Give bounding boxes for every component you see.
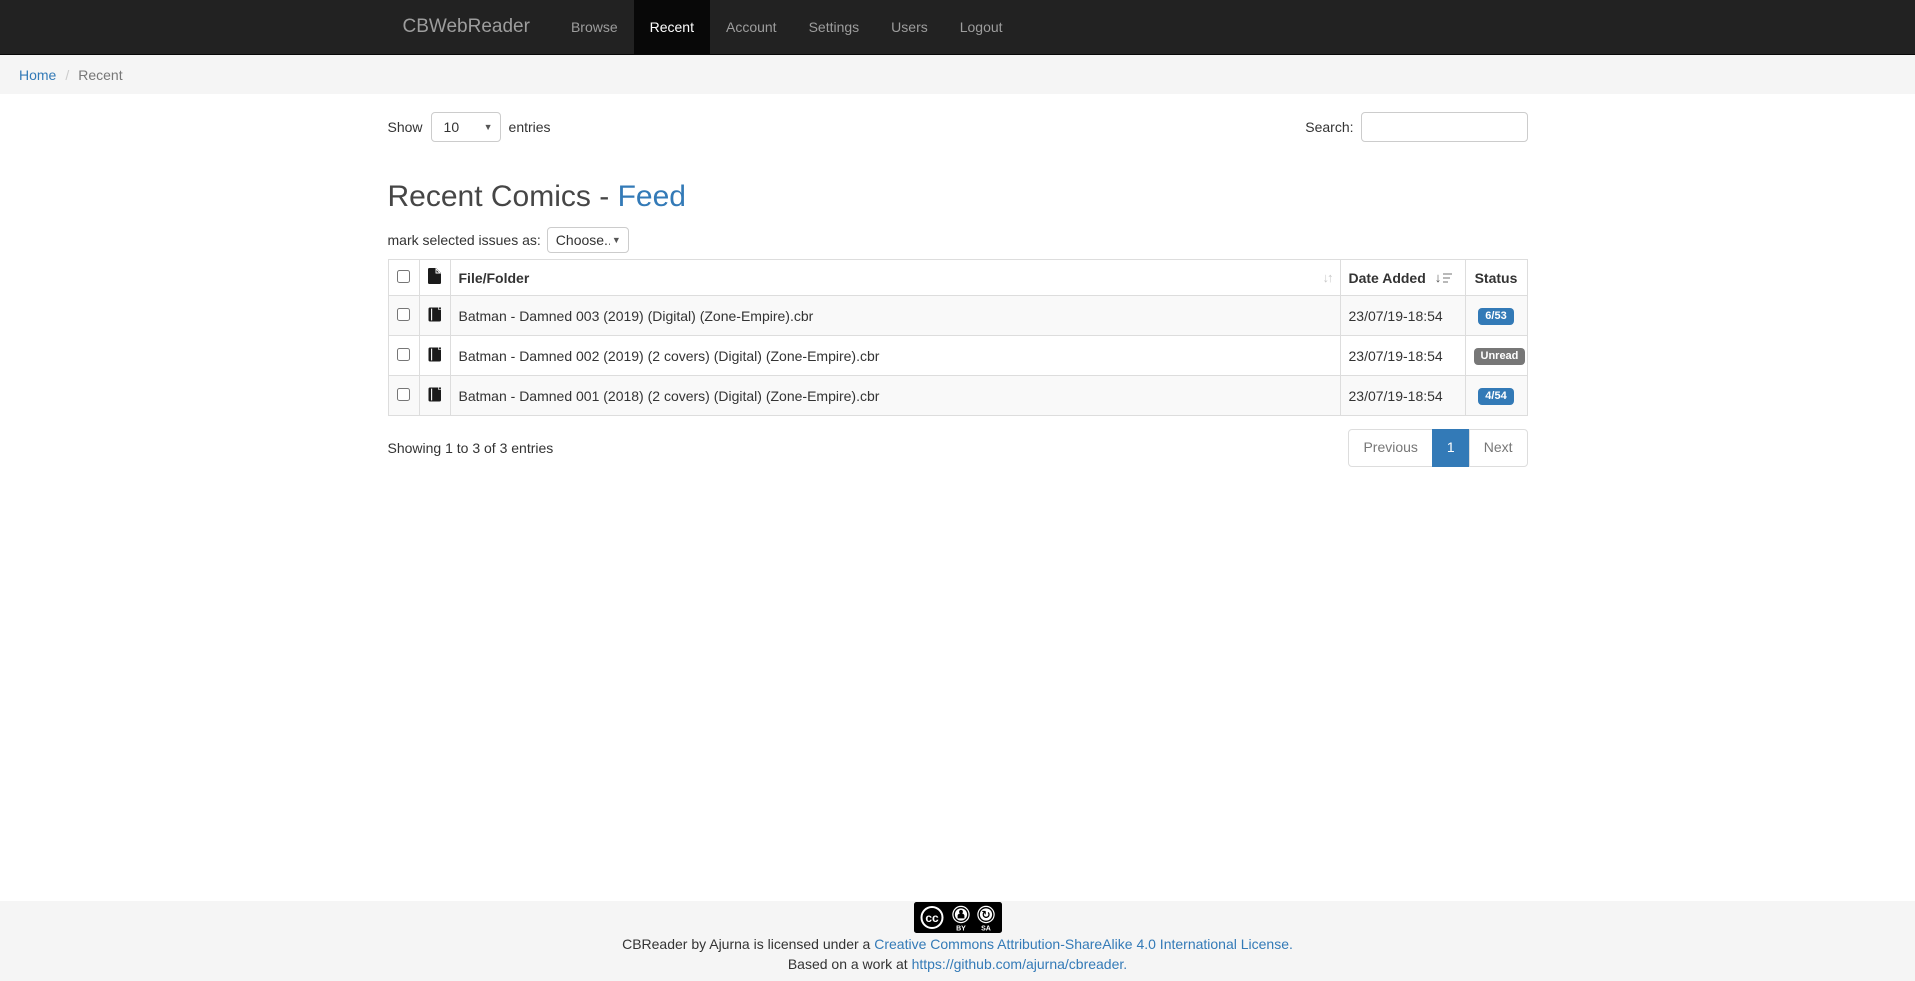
page-title: Recent Comics - Feed <box>388 180 1528 214</box>
source-text: Based on a work at <box>788 956 912 972</box>
source-line: Based on a work at https://github.com/aj… <box>788 956 1127 973</box>
breadcrumb-home-link[interactable]: Home <box>19 67 56 83</box>
license-text: CBReader by Ajurna is licensed under a <box>622 936 874 952</box>
navbar-container: CBWebReader Browse Recent Account Settin… <box>373 0 1543 54</box>
comics-table: File/Folder ↓↑ Date Added ↓ Status <box>388 259 1528 416</box>
column-header-date-added[interactable]: Date Added ↓ <box>1340 260 1465 296</box>
main-content: Show 10 ▼ entries Search: Recent Comics … <box>388 94 1528 901</box>
date-added-header-label: Date Added <box>1349 270 1426 286</box>
breadcrumb: Home / Recent <box>0 55 1915 94</box>
breadcrumb-current: Recent <box>78 67 122 83</box>
show-label: Show <box>388 119 423 135</box>
nav-link-settings[interactable]: Settings <box>793 0 876 54</box>
page-title-text: Recent Comics - <box>388 180 618 213</box>
status-badge: 4/54 <box>1478 388 1513 405</box>
row-checkbox[interactable] <box>397 388 410 401</box>
nav-link-recent[interactable]: Recent <box>634 0 710 54</box>
pagination-page-1-link[interactable]: 1 <box>1432 429 1470 467</box>
nav-item-browse: Browse <box>555 0 634 54</box>
svg-text:↻: ↻ <box>981 909 990 922</box>
mark-selected-control: mark selected issues as: Choose... ▼ <box>388 227 1528 253</box>
nav-item-recent: Recent <box>634 0 710 54</box>
mark-select-wrap: Choose... ▼ <box>547 227 629 253</box>
select-all-checkbox[interactable] <box>397 270 410 283</box>
table-row: Batman - Damned 001 (2018) (2 covers) (D… <box>388 376 1527 416</box>
nav-link-logout[interactable]: Logout <box>944 0 1019 54</box>
pagination: Previous 1 Next <box>1348 429 1527 467</box>
date-added: 23/07/19-18:54 <box>1340 296 1465 336</box>
entries-label: entries <box>509 119 551 135</box>
breadcrumb-separator: / <box>65 67 69 83</box>
nav-menu: Browse Recent Account Settings Users Log… <box>555 0 1019 54</box>
svg-text:SA: SA <box>981 926 991 933</box>
row-checkbox[interactable] <box>397 308 410 321</box>
navbar: CBWebReader Browse Recent Account Settin… <box>0 0 1915 55</box>
book-icon <box>428 347 442 362</box>
pagination-next: Next <box>1470 429 1528 467</box>
file-folder-header-label: File/Folder <box>459 270 530 286</box>
status-badge: 6/53 <box>1478 308 1513 325</box>
nav-item-account: Account <box>710 0 793 54</box>
cc-license-badge[interactable]: cc BY ↻ SA <box>914 902 1002 933</box>
file-name[interactable]: Batman - Damned 003 (2019) (Digital) (Zo… <box>450 296 1340 336</box>
cc-by-sa-icon: cc BY ↻ SA <box>914 902 1002 933</box>
search-label: Search: <box>1305 119 1353 135</box>
file-icon <box>428 268 441 284</box>
feed-link[interactable]: Feed <box>618 180 686 213</box>
sort-descending-icon: ↓ <box>1435 270 1453 285</box>
table-info: Showing 1 to 3 of 3 entries <box>388 440 554 456</box>
page-size-select-wrap: 10 ▼ <box>431 112 501 142</box>
mark-select[interactable]: Choose... <box>547 227 629 253</box>
date-added: 23/07/19-18:54 <box>1340 376 1465 416</box>
cc-license-link[interactable]: Creative Commons Attribution-ShareAlike … <box>874 936 1293 952</box>
file-name[interactable]: Batman - Damned 001 (2018) (2 covers) (D… <box>450 376 1340 416</box>
footer: cc BY ↻ SA CBReader by Ajurna is license… <box>0 901 1915 981</box>
mark-selected-label: mark selected issues as: <box>388 232 541 248</box>
status-badge: Unread <box>1474 348 1526 365</box>
book-icon <box>428 307 442 322</box>
github-link[interactable]: https://github.com/ajurna/cbreader. <box>912 956 1128 972</box>
pagination-previous-link[interactable]: Previous <box>1348 429 1432 467</box>
pagination-previous: Previous <box>1348 429 1432 467</box>
column-header-file-folder[interactable]: File/Folder ↓↑ <box>450 260 1340 296</box>
nav-link-users[interactable]: Users <box>875 0 944 54</box>
table-toolbar: Show 10 ▼ entries Search: <box>388 112 1528 142</box>
pagination-page-1: 1 <box>1433 429 1470 467</box>
table-header-row: File/Folder ↓↑ Date Added ↓ Status <box>388 260 1527 296</box>
file-name[interactable]: Batman - Damned 002 (2019) (2 covers) (D… <box>450 336 1340 376</box>
search-input[interactable] <box>1361 112 1528 142</box>
nav-item-logout: Logout <box>944 0 1019 54</box>
pagination-next-link[interactable]: Next <box>1469 429 1528 467</box>
select-all-header <box>388 260 419 296</box>
nav-link-account[interactable]: Account <box>710 0 793 54</box>
table-row: Batman - Damned 003 (2019) (Digital) (Zo… <box>388 296 1527 336</box>
svg-text:cc: cc <box>925 911 939 925</box>
table-footer: Showing 1 to 3 of 3 entries Previous 1 N… <box>388 429 1528 467</box>
nav-item-settings: Settings <box>793 0 876 54</box>
license-line: CBReader by Ajurna is licensed under a C… <box>622 936 1293 953</box>
brand[interactable]: CBWebReader <box>388 0 545 54</box>
column-header-status: Status <box>1465 260 1527 296</box>
book-icon <box>428 387 442 402</box>
table-row: Batman - Damned 002 (2019) (2 covers) (D… <box>388 336 1527 376</box>
svg-text:BY: BY <box>956 926 966 933</box>
sort-unsorted-icon: ↓↑ <box>1323 270 1332 285</box>
date-added: 23/07/19-18:54 <box>1340 336 1465 376</box>
nav-item-users: Users <box>875 0 944 54</box>
page-size-control: Show 10 ▼ entries <box>388 112 551 142</box>
file-type-header <box>419 260 450 296</box>
nav-link-browse[interactable]: Browse <box>555 0 634 54</box>
page-size-select[interactable]: 10 <box>431 112 501 142</box>
row-checkbox[interactable] <box>397 348 410 361</box>
search-control: Search: <box>1305 112 1527 142</box>
